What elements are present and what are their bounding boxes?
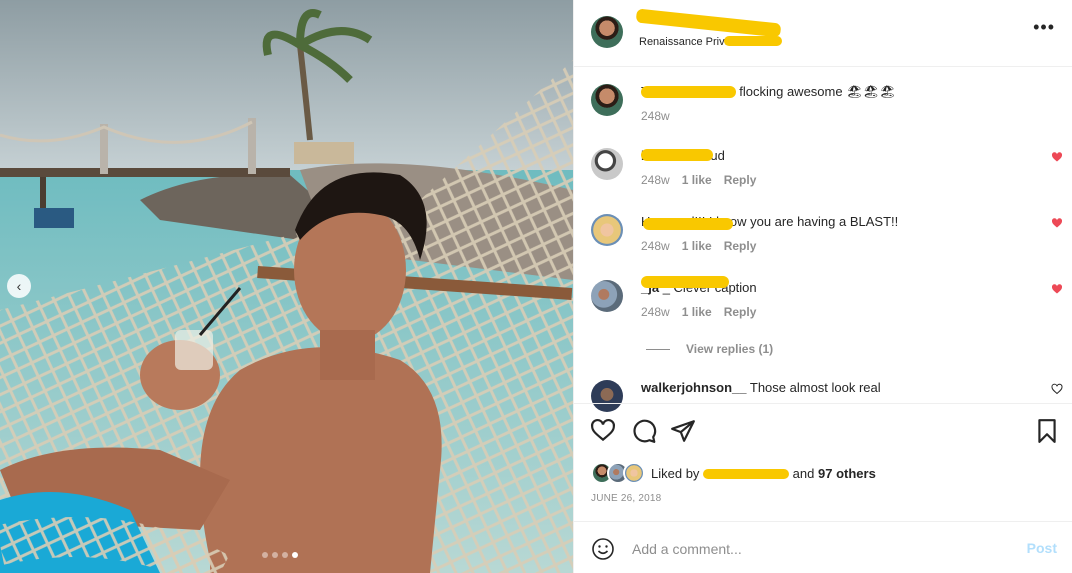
redaction-mark — [703, 469, 790, 480]
comment-time: 248w — [641, 109, 670, 123]
liker-avatar — [623, 462, 645, 484]
comment-likes[interactable]: 1 like — [682, 239, 712, 253]
reply-button[interactable]: Reply — [724, 173, 757, 187]
commenter-avatar[interactable] — [591, 84, 623, 116]
divider-line — [646, 348, 670, 350]
comment-meta: 248w 1 like Reply — [641, 239, 768, 253]
emoji-smiley-icon[interactable] — [591, 537, 615, 561]
comment-meta: 248w — [641, 109, 682, 123]
share-paper-plane-icon[interactable] — [670, 418, 696, 444]
redaction-mark — [641, 276, 729, 288]
comment-time: 248w — [641, 173, 670, 187]
post-header: Renaissance Private Isla ••• — [574, 0, 1072, 67]
post-details-panel: Renaissance Private Isla ••• The view he… — [573, 0, 1072, 573]
comment-body: Those almost look real — [749, 380, 881, 395]
more-horizontal-icon: ••• — [1033, 17, 1055, 37]
likes-prefix: Liked by — [651, 465, 700, 481]
comment-time: 248w — [641, 239, 670, 253]
comment-likes[interactable]: 1 like — [682, 305, 712, 319]
reply-button[interactable]: Reply — [724, 239, 757, 253]
add-comment-bar: Post — [574, 521, 1072, 573]
liked-heart-icon[interactable] — [1051, 283, 1063, 295]
redaction-mark — [724, 36, 782, 46]
post-photo: ‹ — [0, 0, 573, 573]
redaction-mark — [641, 86, 736, 98]
commenter-avatar[interactable] — [591, 148, 623, 180]
carousel-dot — [272, 552, 278, 558]
post-actions: Liked by and 97 others JUNE 26, 2018 — [574, 403, 1072, 521]
hammock-beach-photo — [0, 0, 573, 573]
reply-button[interactable]: Reply — [724, 305, 757, 319]
like-heart-icon[interactable] — [590, 418, 616, 444]
comment-bubble-icon[interactable] — [631, 418, 657, 444]
comment-text-row: walkerjohnson__ Those almost look real — [641, 380, 881, 396]
comment-likes[interactable]: 1 like — [682, 173, 712, 187]
likes-summary: Liked by and 97 others — [591, 462, 876, 484]
comment-username[interactable]: walkerjohnson__ — [641, 380, 746, 395]
carousel-dots — [262, 552, 298, 558]
commenter-avatar[interactable] — [591, 280, 623, 312]
liked-heart-icon[interactable] — [1051, 151, 1063, 163]
add-comment-input[interactable] — [630, 532, 1014, 566]
carousel-previous-button[interactable]: ‹ — [7, 274, 31, 298]
more-options-button[interactable]: ••• — [1033, 18, 1055, 36]
likes-text: Liked by and 97 others — [651, 466, 876, 481]
redaction-mark — [641, 149, 713, 161]
carousel-dot — [292, 552, 298, 558]
commenter-avatar[interactable] — [591, 214, 623, 246]
redaction-mark — [635, 8, 782, 38]
liked-heart-icon[interactable] — [1051, 217, 1063, 229]
post-date[interactable]: JUNE 26, 2018 — [591, 493, 661, 504]
carousel-dot — [282, 552, 288, 558]
view-replies-label: View replies (1) — [686, 342, 774, 356]
view-replies-button[interactable]: View replies (1) — [646, 342, 773, 356]
redaction-mark — [643, 218, 733, 230]
like-heart-icon[interactable] — [1051, 383, 1063, 395]
chevron-left-icon: ‹ — [16, 278, 22, 294]
post-comment-button[interactable]: Post — [1027, 540, 1057, 556]
comment-meta: 248w 1 like Reply — [641, 305, 768, 319]
author-avatar[interactable] — [591, 16, 623, 48]
carousel-dot — [262, 552, 268, 558]
likes-others-link[interactable]: 97 others — [818, 466, 876, 481]
comment-time: 248w — [641, 305, 670, 319]
likes-suffix: and — [792, 465, 815, 481]
save-bookmark-icon[interactable] — [1034, 418, 1060, 444]
comment-meta: 248w 1 like Reply — [641, 173, 768, 187]
